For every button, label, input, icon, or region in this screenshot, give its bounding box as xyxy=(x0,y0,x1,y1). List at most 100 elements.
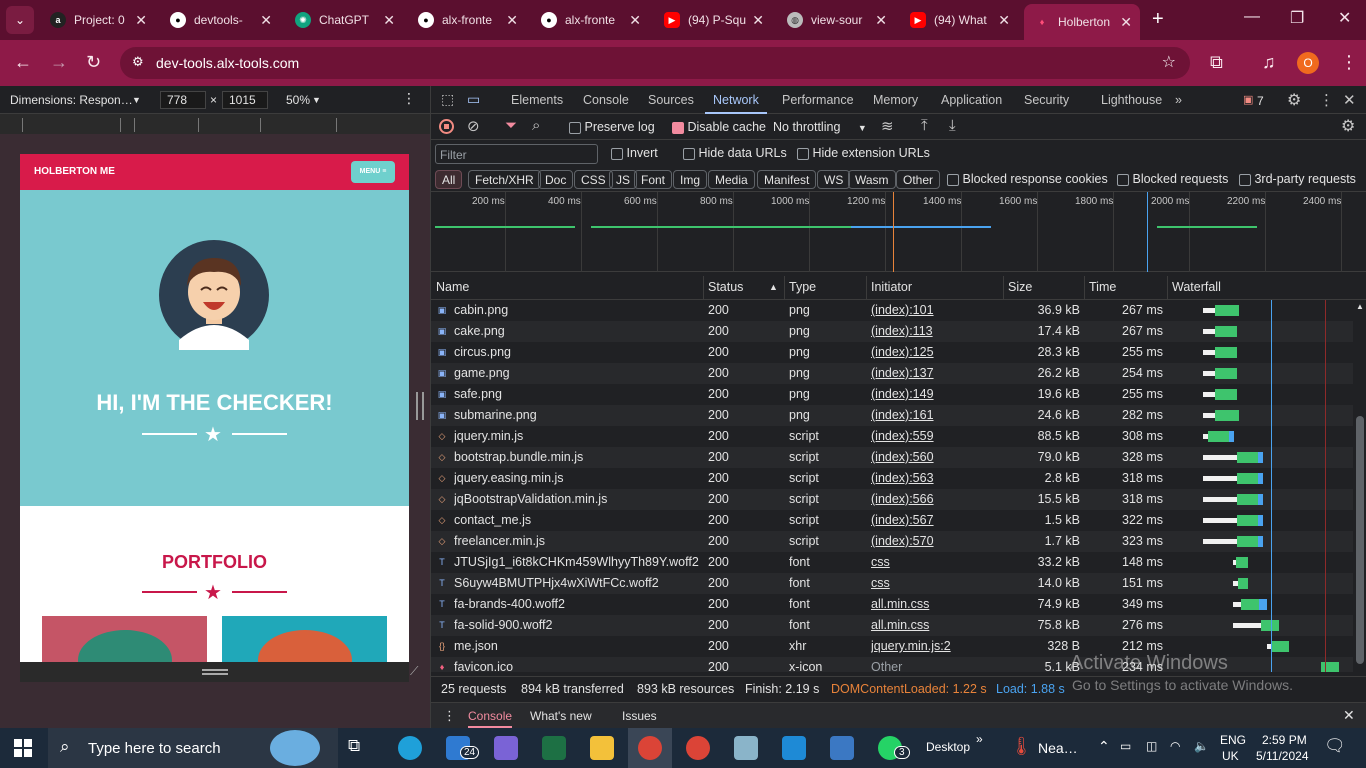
close-tab-icon[interactable]: ✕ xyxy=(383,12,395,29)
notepad-icon[interactable] xyxy=(734,736,758,760)
table-row[interactable]: ◇ jqBootstrapValidation.min.js 200 script (i… xyxy=(431,489,1353,510)
browser-tab[interactable]: ● alx-fronte ✕ xyxy=(408,6,526,34)
resize-corner-icon[interactable]: ⟋ xyxy=(410,664,418,679)
browser-tab-active[interactable]: ♦ Holberton ✕ xyxy=(1024,4,1140,40)
extensions-icon[interactable]: ⧉ xyxy=(1210,52,1223,73)
filter-img[interactable]: Img xyxy=(673,170,708,189)
table-row[interactable]: ◇ jquery.min.js 200 script (index):559 88.5 k… xyxy=(431,426,1353,447)
filter-fetch-xhr[interactable]: Fetch/XHR xyxy=(468,170,541,189)
toolbar-expand-icon[interactable]: » xyxy=(976,732,983,746)
request-initiator[interactable]: (index):567 xyxy=(871,513,999,527)
tab-sources[interactable]: Sources xyxy=(648,93,694,107)
tab-application[interactable]: Application xyxy=(941,93,1002,107)
site-brand[interactable]: HOLBERTON ME xyxy=(34,166,115,177)
browser-tab[interactable]: ◍ view-sour ✕ xyxy=(777,6,895,34)
filter-ws[interactable]: WS xyxy=(817,170,851,189)
request-initiator[interactable]: (index):125 xyxy=(871,345,999,359)
table-row[interactable]: ◇ bootstrap.bundle.min.js 200 script (index)… xyxy=(431,447,1353,468)
scrollbar-thumb[interactable] xyxy=(1356,416,1364,664)
close-tab-icon[interactable]: ✕ xyxy=(260,12,272,29)
drag-handle[interactable] xyxy=(202,669,228,671)
column-size[interactable]: Size xyxy=(1008,280,1032,294)
close-tab-icon[interactable]: ✕ xyxy=(998,12,1010,29)
blocked-response-cookies-checkbox[interactable]: Blocked response cookies xyxy=(947,172,1108,186)
record-stop-icon[interactable] xyxy=(439,119,454,134)
table-row[interactable]: ◇ freelancer.min.js 200 script (index):570 1.… xyxy=(431,531,1353,552)
menu-dots-icon[interactable]: ⋮ xyxy=(1340,52,1358,73)
height-input[interactable]: 1015 xyxy=(222,91,268,109)
tab-memory[interactable]: Memory xyxy=(873,93,918,107)
battery-icon[interactable]: ▭ xyxy=(1120,739,1131,753)
menu-button[interactable]: MENU ≡ xyxy=(351,161,395,183)
filter-js[interactable]: JS xyxy=(609,170,638,189)
close-tab-icon[interactable]: ✕ xyxy=(629,12,641,29)
forward-icon[interactable]: → xyxy=(50,52,68,73)
browser-tab[interactable]: a Project: 0 ✕ xyxy=(40,6,155,34)
table-row[interactable]: ▣ circus.png 200 png (index):125 28.3 kB 255 m… xyxy=(431,342,1353,363)
portfolio-card-cabin[interactable] xyxy=(42,616,207,662)
filter-funnel-icon[interactable]: ⏷ xyxy=(505,117,517,134)
browser-tab[interactable]: ● alx-fronte ✕ xyxy=(531,6,649,34)
request-initiator[interactable]: all.min.css xyxy=(871,597,999,611)
notifications-icon[interactable]: 🗨 xyxy=(1324,736,1346,756)
blocked-requests-checkbox[interactable]: Blocked requests xyxy=(1117,172,1228,186)
close-devtools-icon[interactable]: ✕ xyxy=(1343,91,1356,109)
request-initiator[interactable]: jquery.min.js:2 xyxy=(871,639,999,653)
column-name[interactable]: Name xyxy=(436,280,469,294)
taskbar-search[interactable]: ⌕ Type here to search xyxy=(48,728,338,768)
filter-other[interactable]: Other xyxy=(896,170,941,189)
browser-tab[interactable]: ✺ ChatGPT ✕ xyxy=(285,6,403,34)
address-bar[interactable]: ⚙ dev-tools.alx-tools.com ☆ xyxy=(120,47,1190,79)
more-options-icon[interactable]: ⋮ xyxy=(1319,91,1334,109)
weather-text[interactable]: Nea… xyxy=(1038,740,1078,756)
request-initiator[interactable]: (index):137 xyxy=(871,366,999,380)
search-icon[interactable]: ⌕ xyxy=(532,117,540,134)
chrome-profile-icon[interactable] xyxy=(686,736,710,760)
portfolio-card-cake[interactable] xyxy=(222,616,387,662)
browser-tab[interactable]: ▶ (94) What ✕ xyxy=(900,6,1018,34)
table-row[interactable]: ▣ safe.png 200 png (index):149 19.6 kB 255 ms xyxy=(431,384,1353,405)
third-party-requests-checkbox[interactable]: 3rd-party requests xyxy=(1239,172,1356,186)
request-initiator[interactable]: (index):161 xyxy=(871,408,999,422)
column-time[interactable]: Time xyxy=(1089,280,1116,294)
import-har-icon[interactable]: ⤒ xyxy=(921,117,928,134)
request-initiator[interactable]: Other xyxy=(871,660,999,672)
tab-performance[interactable]: Performance xyxy=(782,93,854,107)
new-tab-button[interactable]: + xyxy=(1152,8,1164,31)
close-tab-icon[interactable]: ✕ xyxy=(752,12,764,29)
column-type[interactable]: Type xyxy=(789,280,816,294)
table-scrollbar[interactable]: ▲ xyxy=(1353,300,1366,672)
tab-lighthouse[interactable]: Lighthouse xyxy=(1101,93,1162,107)
request-initiator[interactable]: (index):566 xyxy=(871,492,999,506)
table-row[interactable]: ◇ contact_me.js 200 script (index):567 1.5 kB… xyxy=(431,510,1353,531)
clock-date[interactable]: 5/11/2024 xyxy=(1256,749,1309,763)
file-explorer-icon[interactable] xyxy=(590,736,614,760)
inspect-element-icon[interactable]: ⬚ xyxy=(441,91,454,108)
photos-icon[interactable] xyxy=(830,736,854,760)
network-conditions-icon[interactable]: ≋ xyxy=(881,117,894,135)
filter-input[interactable]: Filter xyxy=(435,144,598,164)
table-row[interactable]: Tfa-brands-400.woff2 200 font all.min.css 74… xyxy=(431,594,1353,615)
table-row[interactable]: ▣ submarine.png 200 png (index):161 24.6 kB 28… xyxy=(431,405,1353,426)
tab-elements[interactable]: Elements xyxy=(511,93,563,107)
invert-checkbox[interactable]: Invert xyxy=(611,146,658,160)
volume-icon[interactable]: 🔈 xyxy=(1194,739,1209,753)
network-overview-timeline[interactable]: 200 ms 400 ms 600 ms 800 ms 1000 ms 1200… xyxy=(431,192,1366,272)
hide-extension-urls-checkbox[interactable]: Hide extension URLs xyxy=(797,146,930,160)
clear-icon[interactable]: ⊘ xyxy=(467,117,480,135)
desktop-toolbar[interactable]: Desktop xyxy=(926,740,970,754)
filter-font[interactable]: Font xyxy=(634,170,673,189)
request-initiator[interactable]: (index):101 xyxy=(871,303,999,317)
show-hidden-icons[interactable]: ⌃ xyxy=(1098,738,1110,755)
table-row[interactable]: ▣ game.png 200 png (index):137 26.2 kB 254 ms xyxy=(431,363,1353,384)
settings-gear-icon[interactable]: ⚙ xyxy=(1287,90,1301,110)
close-window-icon[interactable]: ✕ xyxy=(1338,8,1351,28)
filter-wasm[interactable]: Wasm xyxy=(848,170,896,189)
table-row[interactable]: ◇ jquery.easing.min.js 200 script (index):56… xyxy=(431,468,1353,489)
browser-tab[interactable]: ▶ (94) P-Squ ✕ xyxy=(654,6,772,34)
tab-security[interactable]: Security xyxy=(1024,93,1069,107)
hide-data-urls-checkbox[interactable]: Hide data URLs xyxy=(683,146,787,160)
tab-search-button[interactable]: ⌄ xyxy=(6,6,34,34)
export-har-icon[interactable]: ⤓ xyxy=(949,117,956,134)
filter-css[interactable]: CSS xyxy=(574,170,613,189)
